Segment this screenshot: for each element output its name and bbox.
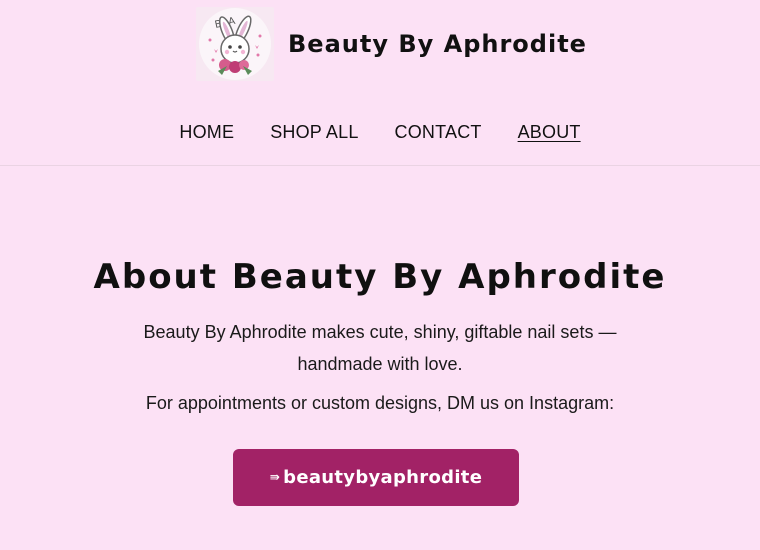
bunny-rose-logo[interactable]: BBA <box>196 7 274 81</box>
about-intro: Beauty By Aphrodite makes cute, shiny, g… <box>143 322 617 374</box>
nav-about[interactable]: ABOUT <box>518 122 581 143</box>
main-nav: HOME SHOP ALL CONTACT ABOUT <box>0 118 760 146</box>
nav-shop-all[interactable]: SHOP ALL <box>270 122 358 143</box>
instagram-icon: ⇛ <box>269 469 281 484</box>
about-section: About Beauty By Aphrodite Beauty By Aphr… <box>0 166 760 550</box>
instagram-handle: beautybyaphrodite <box>283 467 483 488</box>
brand-name[interactable]: Beauty By Aphrodite <box>288 30 587 58</box>
site-header: BBA <box>0 0 760 166</box>
instagram-dm-button[interactable]: ⇛ beautybyaphrodite <box>233 449 519 506</box>
contact-instruction: For appointments or custom designs, DM u… <box>145 393 615 413</box>
nav-home[interactable]: HOME <box>179 122 234 143</box>
brand[interactable]: BBA <box>196 7 587 81</box>
about-title: About Beauty By Aphrodite <box>93 257 667 297</box>
nav-contact[interactable]: CONTACT <box>395 122 482 143</box>
